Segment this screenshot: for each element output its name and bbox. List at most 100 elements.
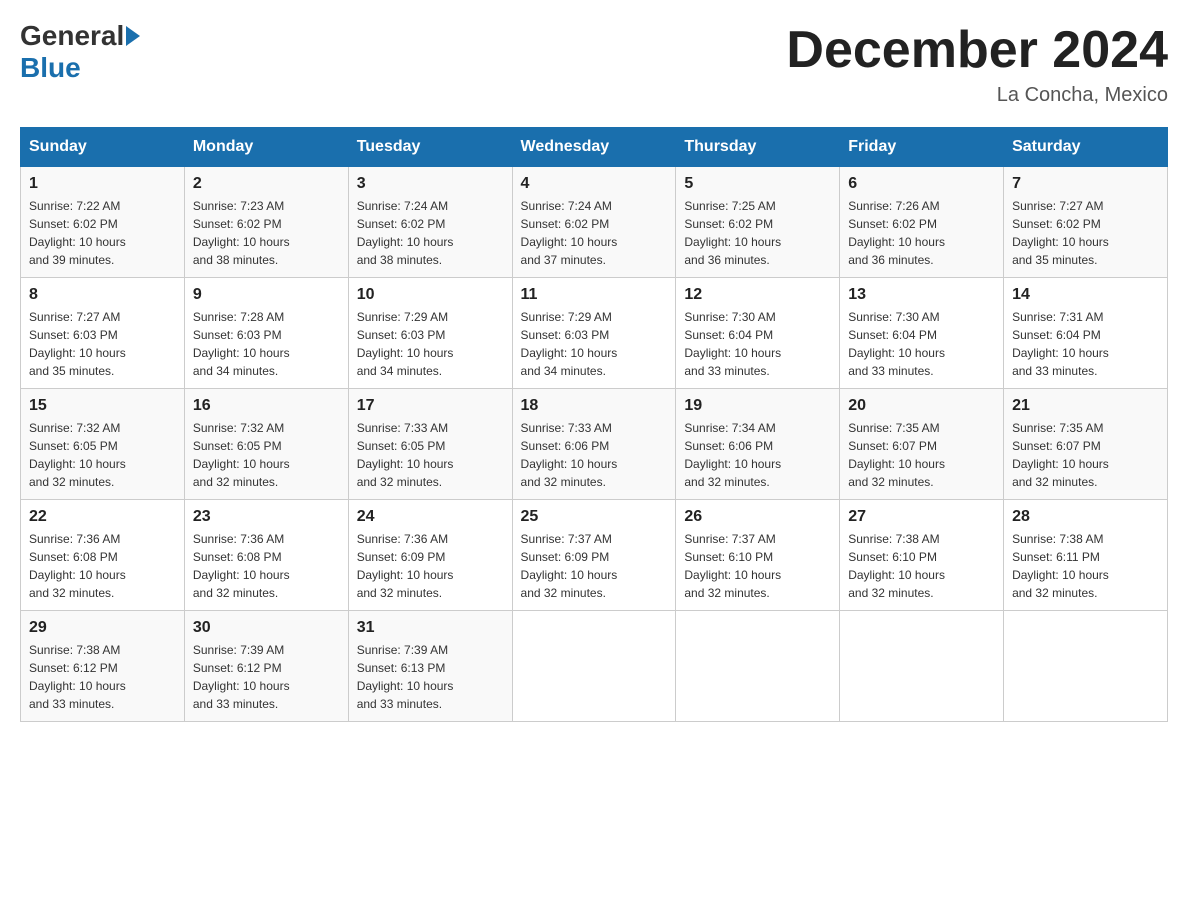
day-number: 4 [521,175,668,193]
day-info: Sunrise: 7:27 AMSunset: 6:03 PMDaylight:… [29,308,176,380]
location-subtitle: La Concha, Mexico [786,84,1168,107]
month-title: December 2024 [786,20,1168,80]
day-number: 20 [848,397,995,415]
calendar-week-row: 8 Sunrise: 7:27 AMSunset: 6:03 PMDaylight… [21,278,1168,389]
calendar-week-row: 22 Sunrise: 7:36 AMSunset: 6:08 PMDayligh… [21,500,1168,611]
table-row: 8 Sunrise: 7:27 AMSunset: 6:03 PMDaylight… [21,278,185,389]
day-number: 24 [357,508,504,526]
day-info: Sunrise: 7:39 AMSunset: 6:12 PMDaylight:… [193,641,340,713]
day-number: 23 [193,508,340,526]
day-info: Sunrise: 7:29 AMSunset: 6:03 PMDaylight:… [521,308,668,380]
day-number: 13 [848,286,995,304]
table-row: 24 Sunrise: 7:36 AMSunset: 6:09 PMDayligh… [348,500,512,611]
day-number: 6 [848,175,995,193]
day-number: 10 [357,286,504,304]
day-info: Sunrise: 7:36 AMSunset: 6:08 PMDaylight:… [29,530,176,602]
day-info: Sunrise: 7:24 AMSunset: 6:02 PMDaylight:… [357,197,504,269]
day-info: Sunrise: 7:30 AMSunset: 6:04 PMDaylight:… [848,308,995,380]
day-number: 2 [193,175,340,193]
day-number: 16 [193,397,340,415]
table-row: 4 Sunrise: 7:24 AMSunset: 6:02 PMDaylight… [512,167,676,278]
table-row: 1Sunrise: 7:22 AMSunset: 6:02 PMDaylight… [21,167,185,278]
table-row: 10 Sunrise: 7:29 AMSunset: 6:03 PMDayligh… [348,278,512,389]
day-info: Sunrise: 7:35 AMSunset: 6:07 PMDaylight:… [1012,419,1159,491]
day-info: Sunrise: 7:39 AMSunset: 6:13 PMDaylight:… [357,641,504,713]
day-number: 29 [29,619,176,637]
day-number: 25 [521,508,668,526]
day-number: 28 [1012,508,1159,526]
col-tuesday: Tuesday [348,128,512,167]
day-info: Sunrise: 7:38 AMSunset: 6:12 PMDaylight:… [29,641,176,713]
day-number: 9 [193,286,340,304]
day-info: Sunrise: 7:32 AMSunset: 6:05 PMDaylight:… [193,419,340,491]
day-number: 15 [29,397,176,415]
table-row: 3 Sunrise: 7:24 AMSunset: 6:02 PMDaylight… [348,167,512,278]
table-row: 28 Sunrise: 7:38 AMSunset: 6:11 PMDayligh… [1004,500,1168,611]
calendar-week-row: 29 Sunrise: 7:38 AMSunset: 6:12 PMDayligh… [21,611,1168,722]
table-row: 7 Sunrise: 7:27 AMSunset: 6:02 PMDaylight… [1004,167,1168,278]
col-saturday: Saturday [1004,128,1168,167]
day-number: 14 [1012,286,1159,304]
day-info: Sunrise: 7:33 AMSunset: 6:06 PMDaylight:… [521,419,668,491]
calendar-header-row: Sunday Monday Tuesday Wednesday Thursday… [21,128,1168,167]
table-row: 17 Sunrise: 7:33 AMSunset: 6:05 PMDayligh… [348,389,512,500]
col-monday: Monday [184,128,348,167]
day-info: Sunrise: 7:35 AMSunset: 6:07 PMDaylight:… [848,419,995,491]
table-row [1004,611,1168,722]
day-number: 17 [357,397,504,415]
day-number: 31 [357,619,504,637]
day-number: 19 [684,397,831,415]
table-row: 14 Sunrise: 7:31 AMSunset: 6:04 PMDayligh… [1004,278,1168,389]
day-info: Sunrise: 7:31 AMSunset: 6:04 PMDaylight:… [1012,308,1159,380]
logo: General Blue [20,20,142,84]
table-row: 20 Sunrise: 7:35 AMSunset: 6:07 PMDayligh… [840,389,1004,500]
table-row: 9Sunrise: 7:28 AMSunset: 6:03 PMDaylight… [184,278,348,389]
table-row: 23 Sunrise: 7:36 AMSunset: 6:08 PMDayligh… [184,500,348,611]
day-number: 5 [684,175,831,193]
day-info: Sunrise: 7:24 AMSunset: 6:02 PMDaylight:… [521,197,668,269]
calendar-table: Sunday Monday Tuesday Wednesday Thursday… [20,127,1168,722]
table-row [512,611,676,722]
day-info: Sunrise: 7:32 AMSunset: 6:05 PMDaylight:… [29,419,176,491]
day-info: Sunrise: 7:26 AMSunset: 6:02 PMDaylight:… [848,197,995,269]
day-number: 7 [1012,175,1159,193]
day-number: 27 [848,508,995,526]
day-info: Sunrise: 7:37 AMSunset: 6:09 PMDaylight:… [521,530,668,602]
table-row [676,611,840,722]
col-thursday: Thursday [676,128,840,167]
day-number: 26 [684,508,831,526]
day-number: 30 [193,619,340,637]
col-friday: Friday [840,128,1004,167]
day-info: Sunrise: 7:27 AMSunset: 6:02 PMDaylight:… [1012,197,1159,269]
day-info: Sunrise: 7:36 AMSunset: 6:09 PMDaylight:… [357,530,504,602]
table-row: 2Sunrise: 7:23 AMSunset: 6:02 PMDaylight… [184,167,348,278]
day-info: Sunrise: 7:34 AMSunset: 6:06 PMDaylight:… [684,419,831,491]
logo-blue-text: Blue [20,52,81,84]
table-row [840,611,1004,722]
day-info: Sunrise: 7:37 AMSunset: 6:10 PMDaylight:… [684,530,831,602]
day-info: Sunrise: 7:22 AMSunset: 6:02 PMDaylight:… [29,197,176,269]
logo-general-text: General [20,20,124,52]
day-info: Sunrise: 7:29 AMSunset: 6:03 PMDaylight:… [357,308,504,380]
day-number: 3 [357,175,504,193]
page-header: General Blue December 2024 La Concha, Me… [20,20,1168,107]
table-row: 11 Sunrise: 7:29 AMSunset: 6:03 PMDayligh… [512,278,676,389]
title-section: December 2024 La Concha, Mexico [786,20,1168,107]
day-number: 11 [521,286,668,304]
col-sunday: Sunday [21,128,185,167]
table-row: 21Sunrise: 7:35 AMSunset: 6:07 PMDayligh… [1004,389,1168,500]
table-row: 15 Sunrise: 7:32 AMSunset: 6:05 PMDayligh… [21,389,185,500]
day-info: Sunrise: 7:38 AMSunset: 6:11 PMDaylight:… [1012,530,1159,602]
table-row: 6 Sunrise: 7:26 AMSunset: 6:02 PMDaylight… [840,167,1004,278]
table-row: 30 Sunrise: 7:39 AMSunset: 6:12 PMDayligh… [184,611,348,722]
day-number: 8 [29,286,176,304]
table-row: 18Sunrise: 7:33 AMSunset: 6:06 PMDayligh… [512,389,676,500]
table-row: 29 Sunrise: 7:38 AMSunset: 6:12 PMDayligh… [21,611,185,722]
day-number: 22 [29,508,176,526]
table-row: 13 Sunrise: 7:30 AMSunset: 6:04 PMDayligh… [840,278,1004,389]
table-row: 31 Sunrise: 7:39 AMSunset: 6:13 PMDayligh… [348,611,512,722]
day-info: Sunrise: 7:36 AMSunset: 6:08 PMDaylight:… [193,530,340,602]
table-row: 16 Sunrise: 7:32 AMSunset: 6:05 PMDayligh… [184,389,348,500]
table-row: 5Sunrise: 7:25 AMSunset: 6:02 PMDaylight… [676,167,840,278]
day-info: Sunrise: 7:33 AMSunset: 6:05 PMDaylight:… [357,419,504,491]
